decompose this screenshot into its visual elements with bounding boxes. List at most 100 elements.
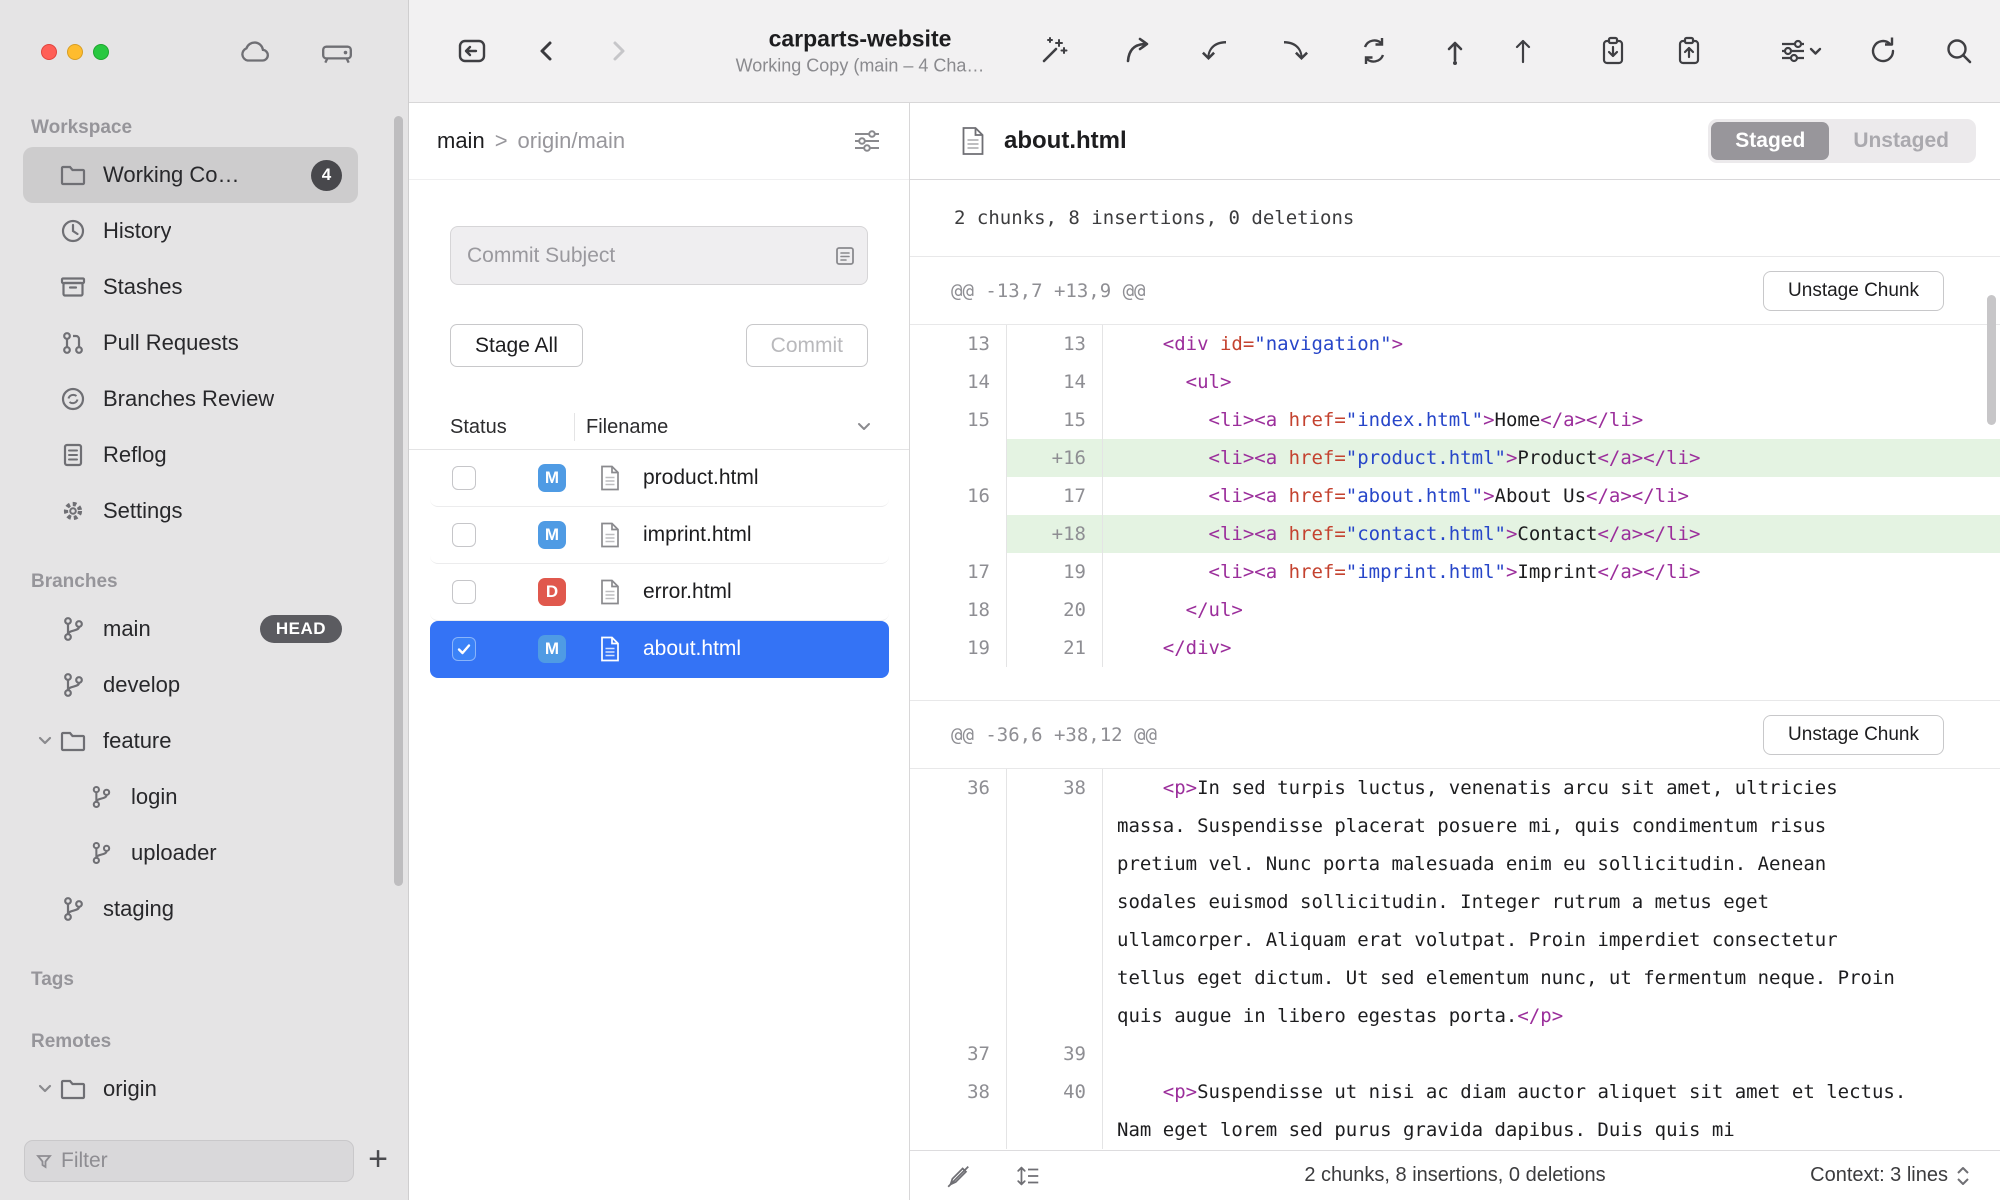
sidebar-item-label: staging: [103, 896, 174, 922]
sidebar: Workspace Working Co… 4 History: [0, 0, 409, 1200]
cloud-accounts-icon[interactable]: [238, 39, 272, 65]
whitespace-toggle-icon[interactable]: [944, 1162, 972, 1190]
history-clock-icon: [57, 217, 89, 245]
stash-apply-icon[interactable]: [1672, 34, 1706, 68]
quick-launch-wand-icon[interactable]: [1037, 34, 1071, 68]
diff-line[interactable]: 1719 <li><a href="imprint.html">Imprint<…: [910, 553, 2000, 591]
diff-line[interactable]: 3840 <p>Suspendisse ut nisi ac diam auct…: [910, 1073, 2000, 1149]
sidebar-item-branch-uploader[interactable]: uploader: [51, 825, 358, 881]
diff-line[interactable]: 1414 <ul>: [910, 363, 2000, 401]
zoom-window-button[interactable]: [93, 44, 109, 60]
stage-checkbox[interactable]: [452, 580, 476, 604]
old-line-number: 36: [910, 769, 1006, 1035]
diff-line[interactable]: 1313 <div id="navigation">: [910, 325, 2000, 363]
context-lines-control[interactable]: Context: 3 lines: [1810, 1164, 1970, 1187]
branch-icon: [57, 615, 89, 643]
checkout-arrow-icon[interactable]: [1122, 34, 1156, 68]
unstaged-tab[interactable]: Unstaged: [1829, 122, 1973, 160]
sidebar-item-label: uploader: [131, 840, 217, 866]
file-row[interactable]: M product.html: [430, 450, 889, 507]
chevron-down-icon[interactable]: [33, 732, 57, 750]
diff-line[interactable]: 1820 </ul>: [910, 591, 2000, 629]
back-button[interactable]: [530, 34, 564, 68]
chevron-down-icon[interactable]: [33, 1080, 57, 1098]
changes-count-badge: 4: [311, 160, 342, 191]
diff-code: <p>Suspendisse ut nisi ac diam auctor al…: [1102, 1073, 2000, 1149]
diff-line[interactable]: 1617 <li><a href="about.html">About Us</…: [910, 477, 2000, 515]
stage-checkbox-checked[interactable]: [452, 637, 476, 661]
sidebar-item-working-copy[interactable]: Working Co… 4: [23, 147, 358, 203]
branch-icon: [85, 784, 117, 810]
diff-chunk-2: 3638 <p>In sed turpis luctus, venenatis …: [910, 769, 2000, 1200]
diff-line-added[interactable]: +18 <li><a href="contact.html">Contact</…: [910, 515, 2000, 553]
diff-line[interactable]: 1515 <li><a href="index.html">Home</a></…: [910, 401, 2000, 439]
new-line-number: 17: [1006, 477, 1102, 515]
stash-box-icon: [57, 273, 89, 301]
sidebar-item-settings[interactable]: Settings: [23, 483, 358, 539]
diff-scrollbar[interactable]: [1987, 295, 1996, 425]
line-spacing-icon[interactable]: [1014, 1162, 1042, 1190]
push-icon[interactable]: [1438, 34, 1472, 68]
file-icon: [599, 522, 623, 548]
arrow-up-icon[interactable]: [1506, 34, 1540, 68]
sidebar-item-branch-login[interactable]: login: [51, 769, 358, 825]
stage-all-button[interactable]: Stage All: [450, 324, 583, 367]
search-icon[interactable]: [1942, 34, 1976, 68]
sidebar-item-branches-review[interactable]: Branches Review: [23, 371, 358, 427]
sidebar-scrollbar[interactable]: [394, 116, 403, 886]
commit-subject-input[interactable]: [450, 226, 868, 285]
filter-input[interactable]: [61, 1149, 343, 1173]
diff-line[interactable]: 1921 </div>: [910, 629, 2000, 667]
commit-panel: main > origin/main: [409, 103, 910, 1200]
breadcrumb-branch[interactable]: main: [437, 128, 485, 154]
filter-field[interactable]: [24, 1140, 354, 1182]
file-row[interactable]: D error.html: [430, 564, 889, 621]
pull-icon[interactable]: [1277, 34, 1311, 68]
breadcrumb-remote[interactable]: origin/main: [518, 128, 626, 154]
forward-button[interactable]: [601, 34, 635, 68]
file-row[interactable]: M imprint.html: [430, 507, 889, 564]
sidebar-item-remote-origin[interactable]: origin: [23, 1061, 358, 1117]
sidebar-item-history[interactable]: History: [23, 203, 358, 259]
repo-switcher-icon[interactable]: [455, 34, 489, 68]
new-line-number: 21: [1006, 629, 1102, 667]
diff-code: <li><a href="product.html">Product</a></…: [1102, 439, 2000, 477]
sidebar-item-pull-requests[interactable]: Pull Requests: [23, 315, 358, 371]
unstage-chunk-button[interactable]: Unstage Chunk: [1763, 271, 1944, 311]
sidebar-item-branch-staging[interactable]: staging: [23, 881, 358, 937]
sidebar-item-reflog[interactable]: Reflog: [23, 427, 358, 483]
staged-tab[interactable]: Staged: [1711, 122, 1829, 160]
stash-save-icon[interactable]: [1596, 34, 1630, 68]
diff-line[interactable]: 3638 <p>In sed turpis luctus, venenatis …: [910, 769, 2000, 1035]
breadcrumb[interactable]: main > origin/main: [437, 128, 625, 154]
refresh-icon[interactable]: [1866, 34, 1900, 68]
sidebar-list: Workspace Working Co… 4 History: [0, 103, 408, 1134]
new-line-number: 13: [1006, 325, 1102, 363]
diff-line[interactable]: 3739: [910, 1035, 2000, 1073]
local-repositories-icon[interactable]: [320, 39, 354, 65]
head-badge: HEAD: [260, 615, 342, 643]
file-row-selected[interactable]: M about.html: [430, 621, 889, 678]
stage-checkbox[interactable]: [452, 466, 476, 490]
sync-icon[interactable]: [1357, 34, 1391, 68]
view-options-icon[interactable]: [1776, 34, 1822, 68]
commit-button[interactable]: Commit: [746, 324, 868, 367]
commit-message-expand-icon[interactable]: [834, 245, 856, 267]
sort-chevron-icon[interactable]: [857, 422, 871, 432]
column-header-status[interactable]: Status: [450, 416, 507, 439]
fetch-icon[interactable]: [1199, 34, 1233, 68]
sidebar-item-branch-main[interactable]: main HEAD: [23, 601, 358, 657]
column-header-filename[interactable]: Filename: [586, 416, 668, 439]
sidebar-item-stashes[interactable]: Stashes: [23, 259, 358, 315]
sidebar-item-branch-group-feature[interactable]: feature: [23, 713, 358, 769]
sidebar-item-label: feature: [103, 728, 172, 754]
stage-checkbox[interactable]: [452, 523, 476, 547]
add-repository-button[interactable]: +: [368, 1142, 388, 1180]
diff-line-added[interactable]: +16 <li><a href="product.html">Product</…: [910, 439, 2000, 477]
file-filter-options-icon[interactable]: [851, 128, 883, 154]
sidebar-item-branch-develop[interactable]: develop: [23, 657, 358, 713]
unstage-chunk-button[interactable]: Unstage Chunk: [1763, 715, 1944, 755]
close-window-button[interactable]: [41, 44, 57, 60]
minimize-window-button[interactable]: [67, 44, 83, 60]
filter-funnel-icon: [35, 1152, 53, 1170]
